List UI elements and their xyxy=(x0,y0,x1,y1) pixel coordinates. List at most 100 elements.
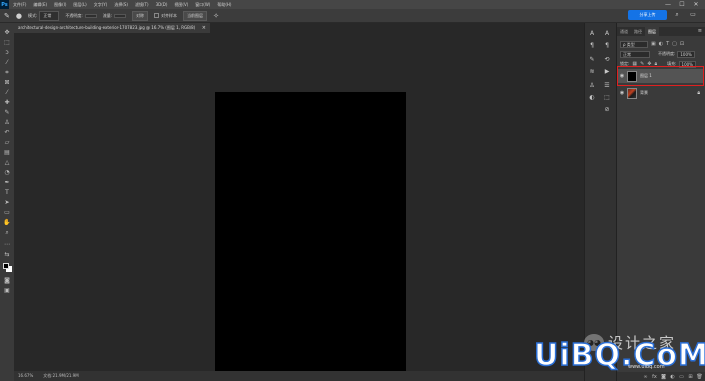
filter-type-icon[interactable]: T xyxy=(666,41,669,47)
type-tool-icon[interactable]: T xyxy=(2,189,12,197)
properties-panel-icon[interactable]: ☰ xyxy=(601,81,613,91)
mode-group: 模式: 正常 xyxy=(28,10,60,21)
layer-opacity-field[interactable]: 100% xyxy=(677,50,695,58)
lock-move-icon[interactable]: ✥ xyxy=(647,61,651,67)
brush-preset-icon[interactable]: ● xyxy=(16,12,22,20)
opacity-group: 不透明度: xyxy=(65,12,97,19)
lock-all-icon[interactable]: 🔒︎ xyxy=(655,61,658,67)
minimize-icon[interactable]: — xyxy=(661,0,675,9)
menu-view[interactable]: 视图(V) xyxy=(174,2,188,8)
paragraph-panel-icon[interactable]: ¶ xyxy=(586,41,598,51)
actions-panel-icon[interactable]: ▶ xyxy=(601,67,613,77)
tab-close-icon[interactable]: × xyxy=(202,23,206,33)
maximize-icon[interactable]: ☐ xyxy=(675,0,689,9)
search-icon[interactable]: ⌕ xyxy=(672,10,682,20)
layer-name: 背景 xyxy=(640,90,648,95)
blur-tool-icon[interactable]: △ xyxy=(2,159,12,167)
lock-row: 锁定: ▦ ✎ ✥ 🔒︎ 填充: 100% xyxy=(620,60,703,68)
more-tools-icon[interactable]: ⋯ xyxy=(2,241,12,249)
menu-layer[interactable]: 图层(L) xyxy=(73,2,86,8)
lock-label: 锁定: xyxy=(620,61,630,66)
document-canvas[interactable] xyxy=(215,92,406,381)
menu-window[interactable]: 窗口(W) xyxy=(195,2,210,8)
canvas-area[interactable] xyxy=(14,33,584,381)
layer-filter-select[interactable]: ρ 类型 xyxy=(620,40,648,48)
navigator-panel-icon[interactable]: ⬚ xyxy=(601,93,613,103)
align-checkbox[interactable] xyxy=(154,13,160,18)
menu-select[interactable]: 选择(S) xyxy=(114,2,128,8)
menu-edit[interactable]: 编辑(E) xyxy=(33,2,47,8)
info-panel-icon[interactable]: A xyxy=(601,29,613,39)
filter-shape-icon[interactable]: ▢ xyxy=(672,41,677,47)
lock-pixels-icon[interactable]: ▦ xyxy=(632,61,637,67)
tab-paths[interactable]: 路径 xyxy=(631,27,645,36)
screen-mode-icon[interactable]: ▣ xyxy=(2,287,12,295)
zoom-level[interactable]: 16.67% xyxy=(18,371,33,381)
settings-icon[interactable]: ✧ xyxy=(213,12,219,20)
frame-tool-icon[interactable]: ⊠ xyxy=(2,79,12,87)
clone-stamp-tool-icon[interactable]: ♙ xyxy=(2,119,12,127)
symmetry-button[interactable]: 对称 xyxy=(132,10,149,21)
dodge-tool-icon[interactable]: ◔ xyxy=(2,169,12,177)
blend-mode-select[interactable]: 正常 xyxy=(620,50,650,58)
tab-layers[interactable]: 图层 xyxy=(645,27,659,36)
menu-type[interactable]: 文字(Y) xyxy=(94,2,108,8)
clone-source-icon[interactable]: ♙ xyxy=(586,81,598,91)
healing-brush-tool-icon[interactable]: ✚ xyxy=(2,99,12,107)
document-info[interactable]: 文档:21.9M/21.9M xyxy=(43,371,78,381)
document-tab[interactable]: architectural-design-architecture-buildi… xyxy=(14,23,210,33)
share-button[interactable]: 分享上传 xyxy=(628,10,667,20)
brush-settings-icon[interactable]: ✎ xyxy=(586,55,598,65)
glyphs-panel-icon[interactable]: ¶ xyxy=(601,41,613,51)
crop-tool-icon[interactable]: ⌗ xyxy=(2,69,12,77)
brush-tool-icon[interactable]: ✎ xyxy=(4,12,10,20)
foreground-color-swatch[interactable] xyxy=(3,263,9,269)
quick-mask-icon[interactable]: ◙ xyxy=(2,277,12,285)
flow-field[interactable] xyxy=(114,13,127,18)
lasso-tool-icon[interactable]: ↄ xyxy=(2,49,12,57)
menu-help[interactable]: 帮助(H) xyxy=(217,2,231,8)
eyedropper-tool-icon[interactable]: ⁄ xyxy=(2,89,12,97)
history-brush-tool-icon[interactable]: ↶ xyxy=(2,129,12,137)
adjustments-icon[interactable]: ◐ xyxy=(586,93,598,103)
move-tool-icon[interactable]: ✥ xyxy=(2,29,12,37)
filter-image-icon[interactable]: ▣ xyxy=(651,41,656,47)
opacity-field[interactable] xyxy=(84,13,97,18)
opacity-label: 不透明度: xyxy=(65,12,83,18)
layer-thumbnail xyxy=(627,70,637,82)
layer-row[interactable]: ◉ 背景 🔒︎ xyxy=(618,86,704,100)
fill-field[interactable]: 100% xyxy=(678,60,696,68)
workspace-icon[interactable]: ▭ xyxy=(688,10,698,20)
eraser-tool-icon[interactable]: ▱ xyxy=(2,139,12,147)
menu-file[interactable]: 文件(F) xyxy=(13,2,26,8)
quick-select-tool-icon[interactable]: ⁄ xyxy=(2,59,12,67)
filter-smart-icon[interactable]: ⊡ xyxy=(680,41,684,47)
marquee-tool-icon[interactable]: ⬚ xyxy=(2,39,12,47)
character-panel-icon[interactable]: A xyxy=(586,29,598,39)
layer-name: 图层 1 xyxy=(640,73,652,78)
swap-colors-icon[interactable]: ⇆ xyxy=(2,251,12,259)
pen-tool-icon[interactable]: ✒ xyxy=(2,179,12,187)
path-select-tool-icon[interactable]: ➤ xyxy=(2,199,12,207)
filter-adjust-icon[interactable]: ◐ xyxy=(659,41,663,47)
close-icon[interactable]: ✕ xyxy=(689,0,703,9)
hand-tool-icon[interactable]: ✋ xyxy=(2,219,12,227)
brush-tool-icon[interactable]: ✎ xyxy=(2,109,12,117)
layer-row[interactable]: ◉ 图层 1 xyxy=(618,69,704,83)
gradient-tool-icon[interactable]: ▤ xyxy=(2,149,12,157)
zoom-tool-icon[interactable]: ⌕ xyxy=(2,229,12,237)
tab-channels[interactable]: 通道 xyxy=(617,27,631,36)
brushes-panel-icon[interactable]: ≋ xyxy=(586,67,598,77)
mode-select[interactable]: 正常 xyxy=(39,10,60,21)
menu-image[interactable]: 图像(I) xyxy=(54,2,66,8)
menu-3d[interactable]: 3D(D) xyxy=(156,2,168,8)
history-panel-icon[interactable]: ⟲ xyxy=(601,55,613,65)
shape-tool-icon[interactable]: ▭ xyxy=(2,209,12,217)
visibility-eye-icon[interactable]: ◉ xyxy=(618,90,626,96)
menu-filter[interactable]: 滤镜(T) xyxy=(135,2,149,8)
sample-button[interactable]: 当前图层 xyxy=(183,10,208,21)
libraries-panel-icon[interactable]: ⊘ xyxy=(601,105,613,115)
panel-menu-icon[interactable]: ≡ xyxy=(698,27,702,36)
lock-paint-icon[interactable]: ✎ xyxy=(640,61,644,67)
visibility-eye-icon[interactable]: ◉ xyxy=(618,73,626,79)
